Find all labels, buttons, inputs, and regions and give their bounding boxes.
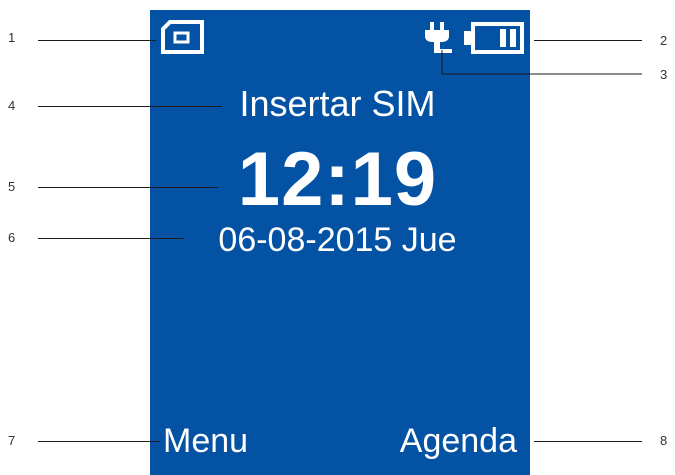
leader-line-6 (38, 238, 184, 239)
sim-card-icon (161, 20, 204, 54)
leader-line-4 (38, 106, 222, 107)
callout-6: 6 (8, 230, 16, 245)
leader-line-3 (441, 50, 642, 75)
status-text: Insertar SIM (239, 83, 436, 124)
callout-4: 4 (8, 98, 16, 113)
leader-line-7 (38, 441, 160, 442)
callout-1: 1 (8, 30, 16, 45)
callout-5: 5 (8, 179, 16, 194)
left-softkey-label: Menu (163, 422, 249, 460)
right-softkey-label: Agenda (399, 422, 517, 460)
clock-time: 12:19 (237, 137, 438, 222)
date-text: 06-08-2015 Jue (218, 221, 457, 259)
leader-line-1 (38, 40, 156, 41)
callout-8: 8 (660, 433, 668, 448)
leader-line-2 (534, 40, 642, 41)
callout-7: 7 (8, 433, 16, 448)
callout-2: 2 (660, 33, 668, 48)
callout-3: 3 (660, 67, 668, 82)
leader-line-5 (38, 187, 218, 188)
leader-line-8 (534, 441, 642, 442)
phone-screen-diagram: Insertar SIM 12:19 06-08-2015 Jue Menu A… (0, 0, 675, 475)
